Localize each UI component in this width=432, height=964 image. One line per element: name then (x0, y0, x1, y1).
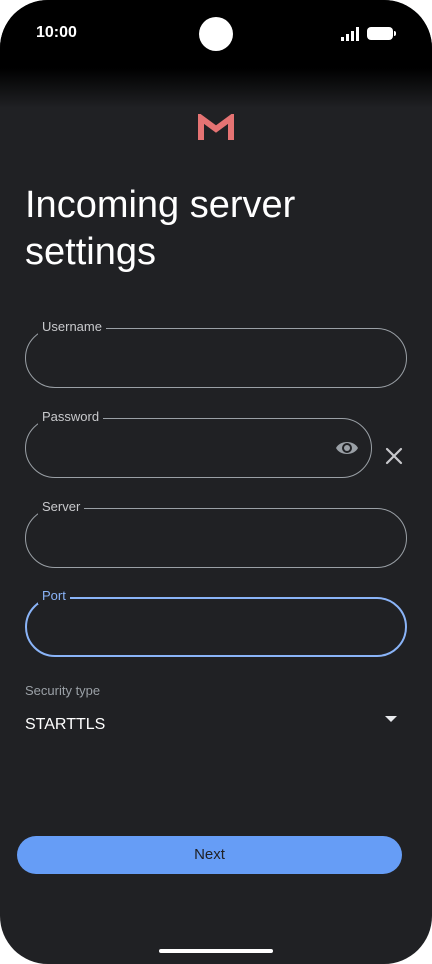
server-field[interactable]: Server (25, 499, 407, 568)
security-type-label: Security type (25, 683, 101, 698)
camera-cutout (199, 17, 233, 51)
password-label: Password (38, 409, 104, 425)
status-time: 10:00 (36, 24, 77, 41)
password-field[interactable]: Password (25, 409, 372, 478)
server-input[interactable] (44, 527, 308, 551)
status-bar: 10:00 (0, 0, 432, 68)
username-field[interactable]: Username (25, 319, 407, 388)
battery-icon (367, 27, 396, 40)
header-fade (0, 68, 432, 108)
port-input[interactable] (45, 617, 309, 641)
page-title: Incoming server settings (25, 184, 296, 273)
security-type-value[interactable]: STARTTLS (25, 716, 105, 734)
eye-icon[interactable] (335, 437, 359, 459)
server-label: Server (38, 499, 85, 515)
port-field[interactable]: Port (25, 588, 407, 657)
dropdown-arrow-icon[interactable] (384, 715, 398, 723)
phone-screen: 10:00 Incoming server settings Username … (0, 0, 432, 964)
signal-icon (341, 27, 359, 41)
username-input[interactable] (44, 347, 308, 371)
gmail-logo (198, 114, 234, 140)
username-label: Username (38, 319, 106, 335)
close-icon[interactable] (383, 445, 405, 467)
home-indicator (159, 949, 273, 953)
password-input[interactable] (44, 437, 308, 461)
port-label: Port (38, 588, 70, 604)
next-button[interactable]: Next (17, 836, 402, 874)
